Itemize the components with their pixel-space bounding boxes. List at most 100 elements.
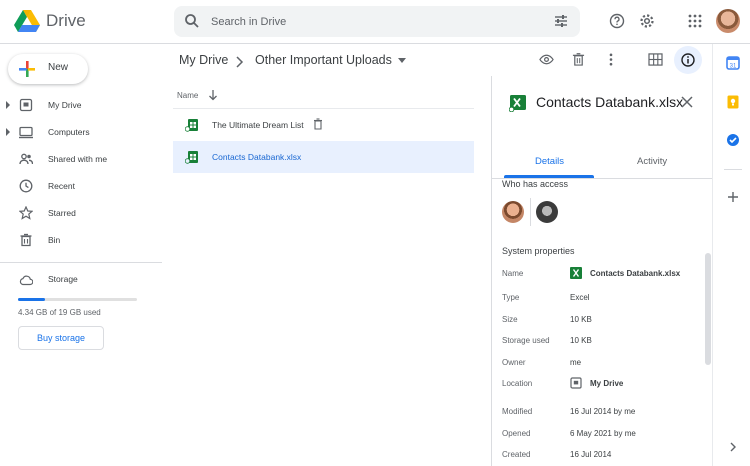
prop-label-storage-used: Storage used xyxy=(502,336,550,345)
sidebar-item-my-drive[interactable]: My Drive xyxy=(0,94,160,116)
plus-icon xyxy=(19,61,35,77)
prop-value-location[interactable]: My Drive xyxy=(590,379,623,388)
my-drive-icon xyxy=(19,98,33,112)
settings-button[interactable] xyxy=(633,7,661,35)
search-bar[interactable] xyxy=(174,6,580,37)
prop-value-storage-used: 10 KB xyxy=(570,336,592,345)
avatar[interactable] xyxy=(536,201,558,223)
prop-value-owner: me xyxy=(570,358,582,367)
app-brand[interactable]: Drive xyxy=(46,11,86,31)
preview-eye-icon[interactable] xyxy=(539,52,554,67)
breadcrumb-current-folder[interactable]: Other Important Uploads xyxy=(255,53,392,67)
file-name: Contacts Databank.xlsx xyxy=(212,152,302,162)
rail-divider xyxy=(724,169,742,170)
sheets-shared-icon xyxy=(185,119,198,132)
clock-icon xyxy=(19,179,33,193)
expand-caret-icon[interactable] xyxy=(6,101,10,109)
prop-label-opened: Opened xyxy=(502,429,531,438)
tasks-icon[interactable] xyxy=(726,133,740,147)
expand-caret-icon[interactable] xyxy=(6,128,10,136)
sidebar-divider xyxy=(0,262,162,263)
buy-storage-button[interactable]: Buy storage xyxy=(18,326,104,350)
side-panel-rail: 31 xyxy=(712,44,750,466)
details-panel: Contacts Databank.xlsx Details Activity … xyxy=(491,76,712,466)
sidebar-item-label: Recent xyxy=(48,181,75,191)
star-icon xyxy=(19,206,33,220)
prop-value-type: Excel xyxy=(570,293,590,302)
details-toggle-button[interactable] xyxy=(674,46,702,74)
help-icon xyxy=(609,13,625,29)
trash-icon xyxy=(314,118,322,130)
prop-label-location: Location xyxy=(502,379,533,388)
keep-icon[interactable] xyxy=(726,95,740,109)
sidebar-item-shared[interactable]: Shared with me xyxy=(0,148,160,170)
column-header-name[interactable]: Name xyxy=(177,91,198,100)
sidebar-item-bin[interactable]: Bin xyxy=(0,229,160,251)
search-input[interactable] xyxy=(211,12,531,31)
breadcrumb-my-drive[interactable]: My Drive xyxy=(179,53,228,67)
prop-label-created: Created xyxy=(502,450,531,459)
sidebar-item-starred[interactable]: Starred xyxy=(0,202,160,224)
new-button[interactable]: New xyxy=(8,54,88,84)
prop-value-name: Contacts Databank.xlsx xyxy=(590,269,681,278)
file-row[interactable]: The Ultimate Dream List xyxy=(173,109,474,141)
calendar-icon[interactable]: 31 xyxy=(726,56,740,70)
details-title: Contacts Databank.xlsx xyxy=(536,94,684,110)
file-list-area: My Drive Other Important Uploads Name Th… xyxy=(163,44,613,466)
drive-logo-icon[interactable] xyxy=(14,9,40,33)
chevron-down-icon[interactable] xyxy=(398,58,406,63)
sidebar-item-label: Shared with me xyxy=(48,154,108,164)
my-drive-icon xyxy=(570,377,582,389)
chevron-right-icon xyxy=(236,56,244,68)
prop-label-owner: Owner xyxy=(502,358,526,367)
search-icon[interactable] xyxy=(184,13,200,29)
storage-used-text: 4.34 GB of 19 GB used xyxy=(18,308,101,317)
more-vert-icon[interactable] xyxy=(608,52,614,67)
search-options-icon[interactable] xyxy=(554,14,568,28)
support-button[interactable] xyxy=(603,7,631,35)
sidebar: New My Drive Computers Shared with me Re… xyxy=(0,44,163,466)
sidebar-item-computers[interactable]: Computers xyxy=(0,121,160,143)
computer-icon xyxy=(19,126,33,139)
details-scrollbar[interactable] xyxy=(705,253,711,365)
people-icon xyxy=(19,153,33,165)
arrow-down-icon[interactable] xyxy=(208,89,218,101)
prop-value-opened: 6 May 2021 by me xyxy=(570,429,636,438)
prop-label-type: Type xyxy=(502,293,520,302)
file-name: The Ultimate Dream List xyxy=(212,120,304,130)
prop-value-created: 16 Jul 2014 xyxy=(570,450,612,459)
cloud-icon xyxy=(19,275,33,286)
close-icon[interactable] xyxy=(680,95,694,109)
sidebar-item-storage[interactable]: Storage xyxy=(0,268,160,290)
sheets-shared-icon xyxy=(185,151,198,164)
sidebar-item-label: Computers xyxy=(48,127,90,137)
bin-icon xyxy=(20,233,32,247)
excel-icon xyxy=(509,95,526,112)
sidebar-item-recent[interactable]: Recent xyxy=(0,175,160,197)
tab-details[interactable]: Details xyxy=(535,156,564,167)
sidebar-item-label: Storage xyxy=(48,274,78,284)
top-bar: Drive xyxy=(0,0,750,44)
info-icon xyxy=(681,53,695,67)
gear-icon xyxy=(640,14,654,28)
system-properties-heading: System properties xyxy=(502,246,575,256)
prop-label-size: Size xyxy=(502,315,518,324)
avatar[interactable] xyxy=(502,201,524,223)
storage-bar xyxy=(18,298,137,301)
tab-activity[interactable]: Activity xyxy=(637,156,667,167)
excel-icon xyxy=(570,267,582,279)
who-has-access-heading: Who has access xyxy=(502,179,569,189)
file-row-selected[interactable]: Contacts Databank.xlsx xyxy=(173,141,474,173)
delete-icon[interactable] xyxy=(572,52,585,67)
svg-text:31: 31 xyxy=(730,64,737,70)
chevron-right-icon[interactable] xyxy=(726,440,740,454)
apps-button[interactable] xyxy=(681,7,709,35)
account-avatar[interactable] xyxy=(716,9,740,33)
storage-bar-fill xyxy=(18,298,46,301)
prop-label-name: Name xyxy=(502,269,524,278)
grid-view-icon[interactable] xyxy=(648,53,663,66)
add-icon[interactable] xyxy=(726,190,740,204)
avatar-separator xyxy=(530,198,531,226)
sidebar-item-label: My Drive xyxy=(48,100,82,110)
apps-grid-icon xyxy=(688,14,702,28)
